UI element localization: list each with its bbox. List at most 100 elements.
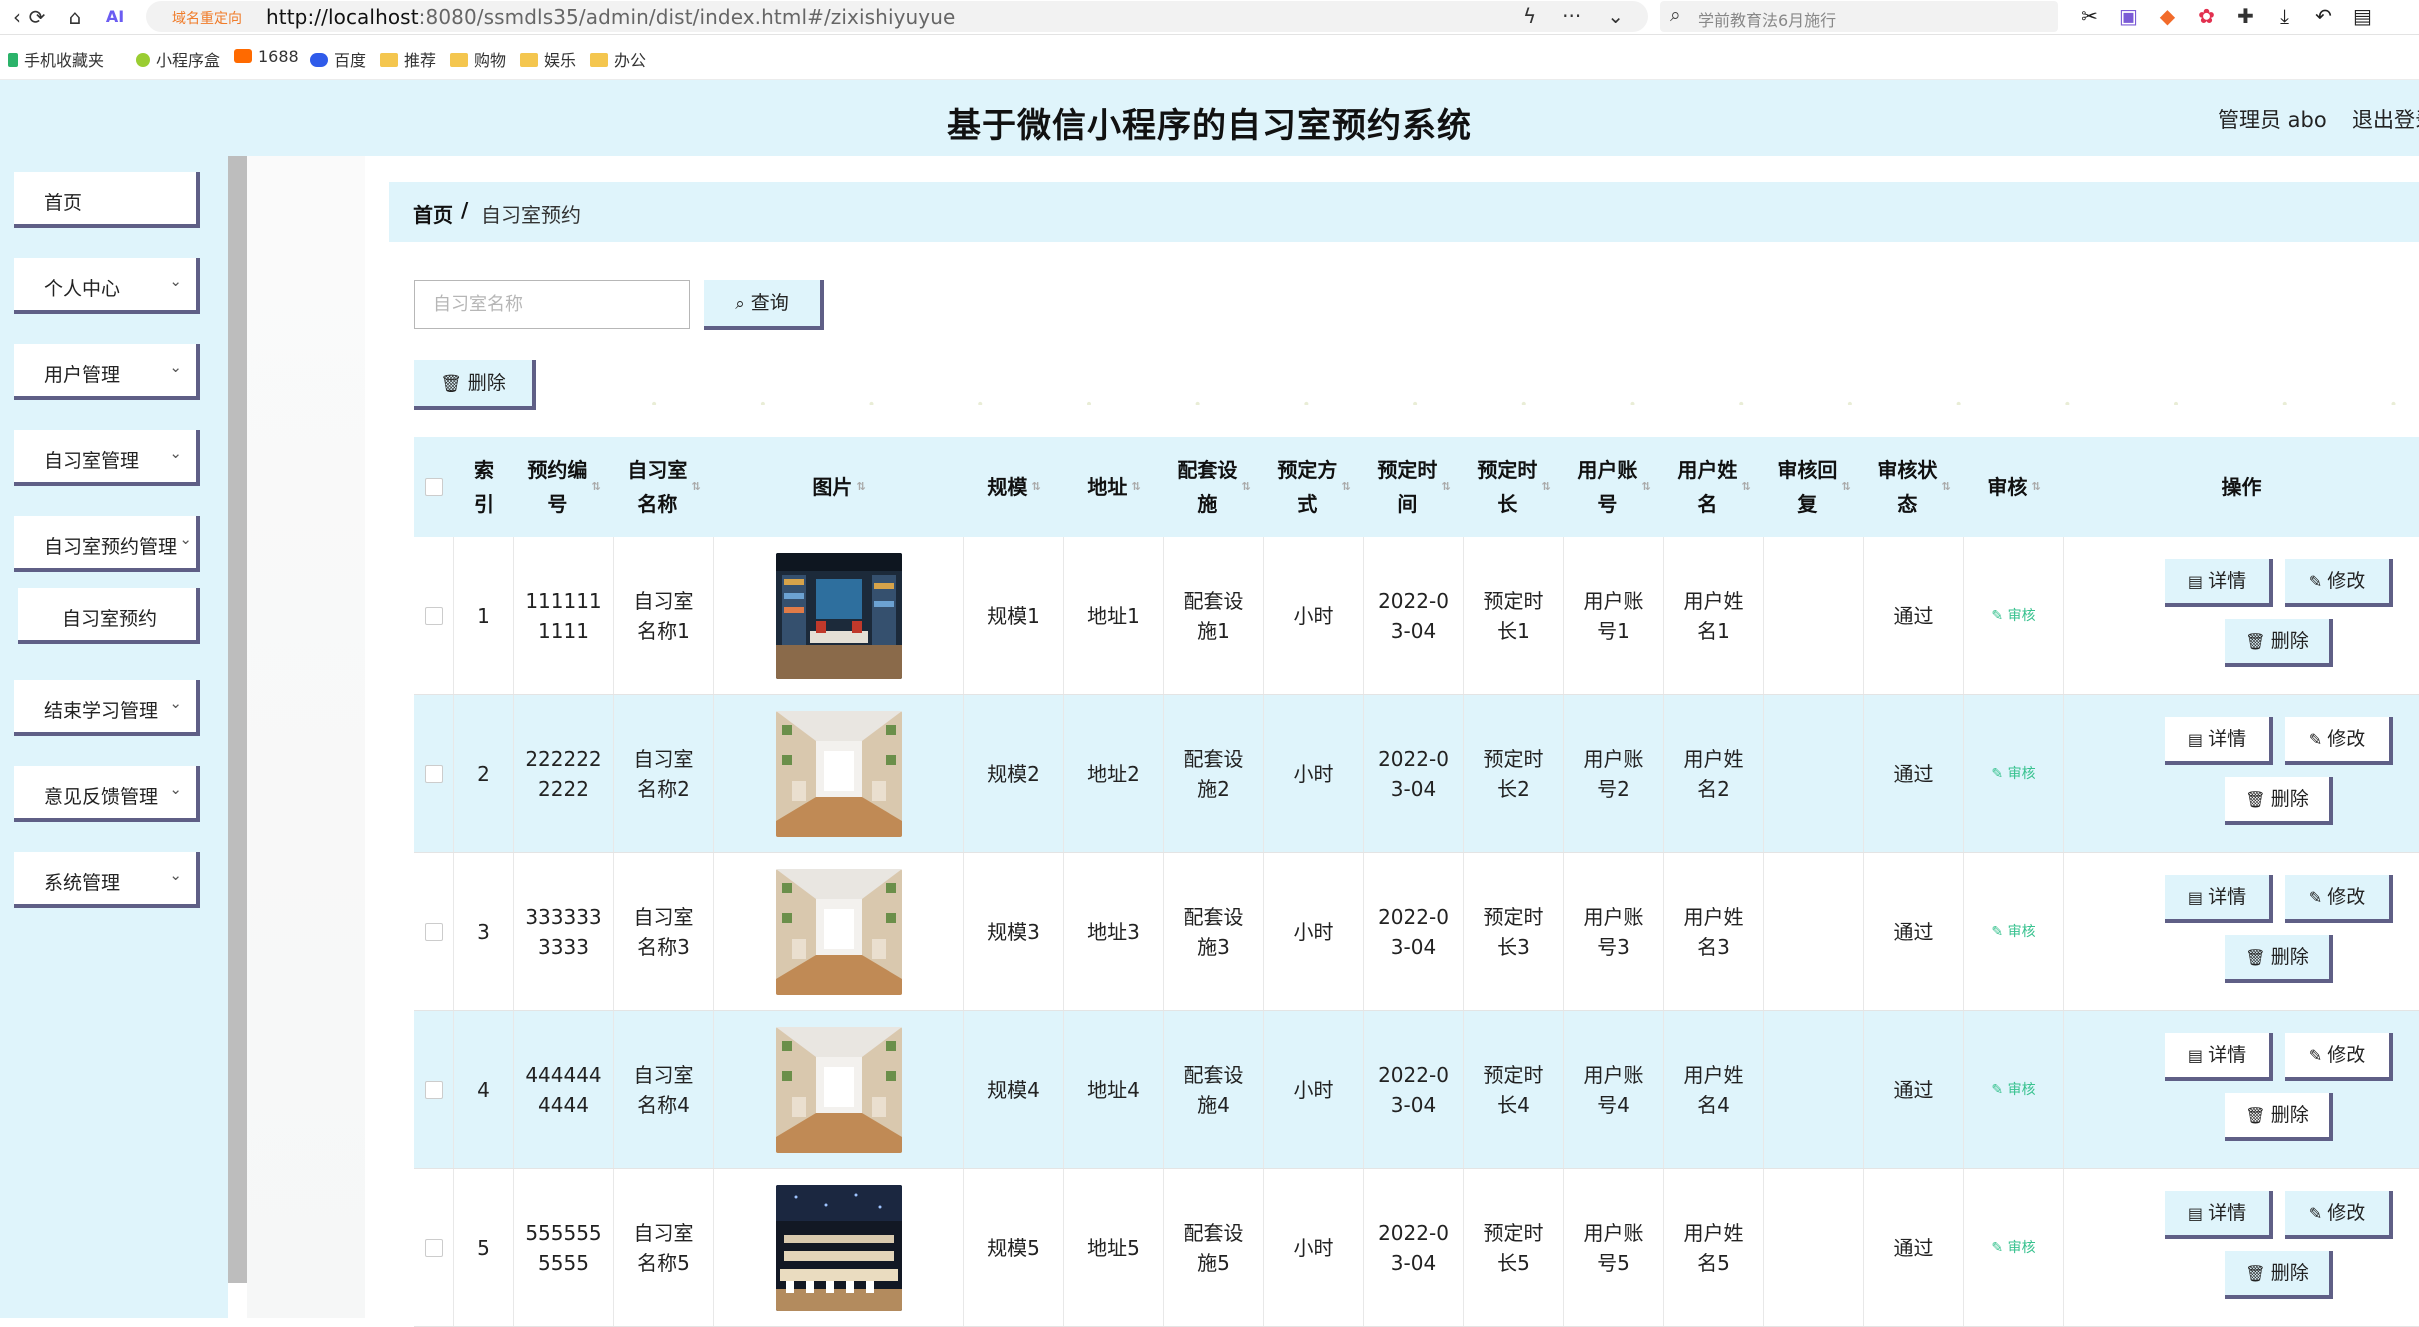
extension-purple-icon[interactable]: ▣ xyxy=(2109,4,2148,28)
column-header[interactable]: 自习室 名称 ⇅ xyxy=(614,437,714,537)
sidebar-item-feedback-management[interactable]: 意见反馈管理 ⌄ xyxy=(14,766,200,822)
download-icon[interactable]: ⤓ xyxy=(2265,4,2304,28)
sort-icon[interactable]: ⇅ xyxy=(1341,470,1350,504)
puzzle-icon[interactable]: ✚ xyxy=(2226,4,2265,28)
sort-icon[interactable]: ⇅ xyxy=(1031,470,1040,504)
sidebar-item-personal-center[interactable]: 个人中心 ⌄ xyxy=(14,258,200,314)
sort-icon[interactable]: ⇅ xyxy=(1441,470,1450,504)
sidebar-scrollbar[interactable] xyxy=(228,156,247,1283)
bookmark-mobile[interactable]: 手机收藏夹 xyxy=(8,47,104,71)
bookmark-baidu[interactable]: 百度 xyxy=(310,47,366,71)
audit-link[interactable]: ✎ 审核 xyxy=(1991,917,2035,947)
sort-icon[interactable]: ⇅ xyxy=(856,470,865,504)
bolt-icon[interactable]: ϟ xyxy=(1523,4,1536,28)
column-header[interactable]: 用户账 号 ⇅ xyxy=(1564,437,1664,537)
sidebar-item-end-study-management[interactable]: 结束学习管理 ⌄ xyxy=(14,680,200,736)
column-header[interactable]: 规模 ⇅ xyxy=(964,437,1064,537)
row-delete-button[interactable]: 🗑 删除 xyxy=(2225,1251,2333,1299)
cell-text: 通过 xyxy=(1893,919,1934,944)
bookmark-miniapp[interactable]: 小程序盒 xyxy=(136,47,220,71)
scissors-icon[interactable]: ✂ xyxy=(2070,4,2109,28)
sort-icon[interactable]: ⇅ xyxy=(1131,470,1140,504)
bag-icon[interactable]: ▤ xyxy=(2343,4,2382,28)
sort-icon[interactable]: ⇅ xyxy=(1741,470,1750,504)
home-icon[interactable]: ⌂ xyxy=(62,4,88,30)
undo-icon[interactable]: ↶ xyxy=(2304,4,2343,28)
chevron-down-icon[interactable]: ⌄ xyxy=(1607,4,1624,28)
row-checkbox[interactable] xyxy=(424,1080,443,1099)
row-delete-button[interactable]: 🗑 删除 xyxy=(2225,777,2333,825)
ai-icon[interactable]: AI xyxy=(102,4,128,30)
logout-link[interactable]: 退出登录 xyxy=(2352,104,2419,134)
sidebar-item-home[interactable]: 首页 xyxy=(14,172,200,228)
sort-icon[interactable]: ⇅ xyxy=(2031,470,2040,504)
browser-search[interactable]: ⌕ 学前教育法6月施行 xyxy=(1660,1,2058,32)
address-url[interactable]: http://localhost:8080/ssmdls35/admin/dis… xyxy=(266,5,955,29)
column-header[interactable]: 索 引 xyxy=(454,437,514,537)
sidebar-item-room-management[interactable]: 自习室管理 ⌄ xyxy=(14,430,200,486)
column-header[interactable]: 预定时 间 ⇅ xyxy=(1364,437,1464,537)
audit-link[interactable]: ✎ 审核 xyxy=(1991,759,2035,789)
column-header[interactable]: 用户姓 名 ⇅ xyxy=(1664,437,1764,537)
address-bar[interactable]: 域名重定向 http://localhost:8080/ssmdls35/adm… xyxy=(146,1,1648,32)
column-header[interactable]: 审核回 复 ⇅ xyxy=(1764,437,1864,537)
cell-status: 通过 xyxy=(1864,853,1964,1010)
sort-icon[interactable]: ⇅ xyxy=(1941,470,1950,504)
row-checkbox[interactable] xyxy=(424,1238,443,1257)
flower-icon[interactable]: ✿ xyxy=(2187,4,2226,28)
column-header[interactable]: 预定方 式 ⇅ xyxy=(1264,437,1364,537)
column-header[interactable]: 审核状 态 ⇅ xyxy=(1864,437,1964,537)
game-icon[interactable]: ◆ xyxy=(2148,4,2187,28)
column-header[interactable]: 配套设 施 ⇅ xyxy=(1164,437,1264,537)
sort-icon[interactable]: ⇅ xyxy=(1541,470,1550,504)
select-all-checkbox[interactable] xyxy=(425,478,443,496)
column-header[interactable]: 图片 ⇅ xyxy=(714,437,964,537)
bookmark-folder-entertainment[interactable]: 娱乐 xyxy=(520,47,576,71)
row-checkbox[interactable] xyxy=(424,764,443,783)
column-header[interactable]: 地址 ⇅ xyxy=(1064,437,1164,537)
audit-link[interactable]: ✎ 审核 xyxy=(1991,1075,2035,1105)
detail-button[interactable]: ▤ 详情 xyxy=(2165,717,2273,765)
audit-link[interactable]: ✎ 审核 xyxy=(1991,601,2035,631)
column-header[interactable]: 预定时 长 ⇅ xyxy=(1464,437,1564,537)
row-delete-button[interactable]: 🗑 删除 xyxy=(2225,1093,2333,1141)
sort-icon[interactable]: ⇅ xyxy=(591,470,600,504)
bookmark-folder-shopping[interactable]: 购物 xyxy=(450,47,506,71)
sidebar-item-system-management[interactable]: 系统管理 ⌄ xyxy=(14,852,200,908)
detail-button[interactable]: ▤ 详情 xyxy=(2165,1191,2273,1239)
edit-button[interactable]: ✎ 修改 xyxy=(2285,559,2393,607)
row-checkbox[interactable] xyxy=(424,606,443,625)
row-delete-button[interactable]: 🗑 删除 xyxy=(2225,619,2333,667)
edit-button[interactable]: ✎ 修改 xyxy=(2285,1033,2393,1081)
breadcrumb-home[interactable]: 首页 xyxy=(413,199,453,228)
edit-button[interactable]: ✎ 修改 xyxy=(2285,717,2393,765)
sidebar-item-booking-management[interactable]: 自习室预约管理 ⌄ xyxy=(14,516,200,572)
row-delete-button[interactable]: 🗑 删除 xyxy=(2225,935,2333,983)
audit-link[interactable]: ✎ 审核 xyxy=(1991,1233,2035,1263)
cell-index: 5 xyxy=(454,1169,514,1326)
sort-icon[interactable]: ⇅ xyxy=(1841,470,1850,504)
cell-text: 预定时 长2 xyxy=(1483,746,1544,801)
reload-icon[interactable]: ⟳ xyxy=(24,4,50,30)
search-input[interactable] xyxy=(414,280,690,329)
edit-button[interactable]: ✎ 修改 xyxy=(2285,1191,2393,1239)
sidebar-item-user-management[interactable]: 用户管理 ⌄ xyxy=(14,344,200,400)
column-header[interactable]: 审核 ⇅ xyxy=(1964,437,2064,537)
detail-button[interactable]: ▤ 详情 xyxy=(2165,1033,2273,1081)
row-checkbox[interactable] xyxy=(424,922,443,941)
detail-button[interactable]: ▤ 详情 xyxy=(2165,875,2273,923)
document-icon: ▤ xyxy=(2187,730,2209,749)
column-header[interactable]: 预约编 号 ⇅ xyxy=(514,437,614,537)
query-button[interactable]: ⌕ 查询 xyxy=(704,280,824,330)
more-icon[interactable]: ··· xyxy=(1562,4,1581,28)
bookmark-folder-recommend[interactable]: 推荐 xyxy=(380,47,436,71)
sort-icon[interactable]: ⇅ xyxy=(691,470,700,504)
edit-button[interactable]: ✎ 修改 xyxy=(2285,875,2393,923)
bookmark-folder-office[interactable]: 办公 xyxy=(590,47,646,71)
sort-icon[interactable]: ⇅ xyxy=(1641,470,1650,504)
bookmark-1688[interactable]: 1688 xyxy=(234,47,299,66)
sort-icon[interactable]: ⇅ xyxy=(1241,470,1250,504)
detail-button[interactable]: ▤ 详情 xyxy=(2165,559,2273,607)
bulk-delete-button[interactable]: 🗑 删除 xyxy=(414,360,536,410)
sidebar-subitem-room-booking[interactable]: 自习室预约 xyxy=(18,588,200,644)
